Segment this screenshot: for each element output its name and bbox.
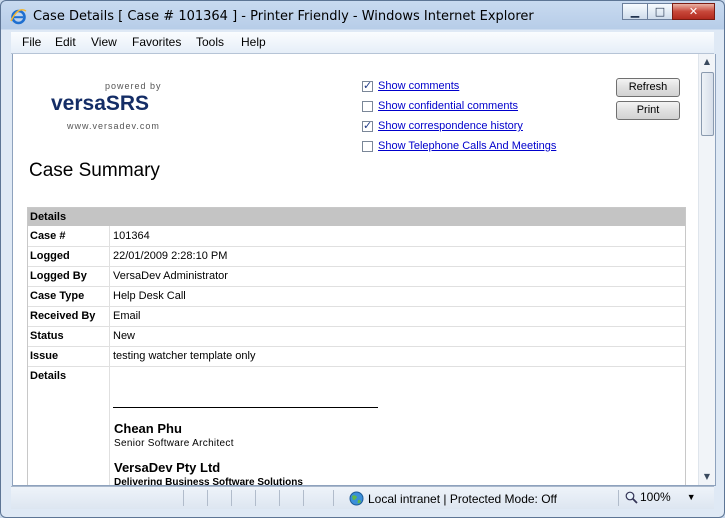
menu-edit[interactable]: Edit [55,35,76,49]
table-row: Logged 22/01/2009 2:28:10 PM [28,246,685,267]
table-row: Case # 101364 [28,226,685,247]
show-telephone-calls-checkbox[interactable] [362,140,373,152]
table-row: Case Type Help Desk Call [28,286,685,307]
window-title: Case Details [ Case # 101364 ] - Printer… [33,9,534,24]
menu-view[interactable]: View [91,35,117,49]
row-label: Logged [30,250,70,262]
security-zone[interactable]: Local intranet | Protected Mode: Off [349,491,557,506]
details-header: Details [28,208,685,226]
signature-company: VersaDev Pty Ltd [114,460,221,475]
row-value: VersaDev Administrator [113,270,228,282]
status-separator [618,490,619,506]
zoom-level: 100% [640,490,671,504]
row-label: Logged By [30,270,87,282]
show-confidential-comments-link[interactable]: Show confidential comments [378,100,518,112]
internet-explorer-icon [10,8,27,25]
status-separator [207,490,208,506]
status-separator [183,490,184,506]
status-separator [231,490,232,506]
signature-title: Senior Software Architect [114,438,234,449]
row-label: Received By [30,310,96,322]
row-label: Details [30,370,67,382]
menu-bar: File Edit View Favorites Tools Help [11,32,714,54]
show-comments-link[interactable]: Show comments [378,80,459,92]
signature-name: Chean Phu [114,421,182,436]
show-telephone-calls-link[interactable]: Show Telephone Calls And Meetings [378,140,556,152]
status-bar: Local intranet | Protected Mode: Off 100… [11,486,714,509]
minimize-button[interactable]: ▁ [622,3,648,20]
status-separator [333,490,334,506]
table-row: Logged By VersaDev Administrator [28,266,685,287]
row-label: Issue [30,350,59,362]
table-row: Issue testing watcher template only [28,346,685,367]
signature-tagline: Delivering Business Software Solutions [114,477,303,486]
show-comments-checkbox[interactable] [362,79,373,92]
option-show-confidential-comments: Show confidential comments [362,100,518,112]
status-separator [279,490,280,506]
zoom-control[interactable]: 100% ▼ [625,490,696,504]
table-row: Details [28,366,685,386]
option-show-correspondence-history: Show correspondence history [362,119,523,132]
row-value: Email [113,310,141,322]
status-separator [255,490,256,506]
menu-file[interactable]: File [22,35,41,49]
status-separator [303,490,304,506]
menu-tools[interactable]: Tools [196,35,224,49]
signature-divider [113,407,378,408]
zoom-dropdown-icon[interactable]: ▼ [687,492,696,502]
globe-icon [349,491,364,506]
show-correspondence-history-link[interactable]: Show correspondence history [378,120,523,132]
details-header-label: Details [30,211,67,223]
menu-help[interactable]: Help [241,35,266,49]
refresh-button[interactable]: Refresh [616,78,680,97]
scrollbar-thumb[interactable] [701,72,714,136]
row-value: 22/01/2009 2:28:10 PM [113,250,228,262]
close-button[interactable]: ✕ [672,3,715,20]
option-show-comments: Show comments [362,79,459,92]
vertical-scrollbar[interactable]: ▲ ▼ [698,54,715,485]
details-table: Details Case # 101364 Logged 22/01/2009 … [27,207,686,486]
show-confidential-comments-checkbox[interactable] [362,100,373,112]
logo-powered-by: powered by [105,81,162,91]
page-title: Case Summary [29,160,160,181]
row-label: Case Type [30,290,85,302]
table-row: Received By Email [28,306,685,327]
row-value: New [113,330,136,342]
row-label: Case # [30,230,66,242]
menu-favorites[interactable]: Favorites [132,35,181,49]
show-correspondence-history-checkbox[interactable] [362,119,373,132]
option-show-telephone-calls: Show Telephone Calls And Meetings [362,140,556,152]
page-viewport[interactable]: powered by versaSRS www.versadev.com Sho… [12,54,716,486]
scroll-down-arrow-icon[interactable]: ▼ [701,471,713,483]
table-row: Status New [28,326,685,347]
row-value: 101364 [113,230,150,242]
window-controls: ▁ □ ✕ [622,3,715,20]
print-button[interactable]: Print [616,101,680,120]
row-value: testing watcher template only [113,350,256,362]
maximize-button[interactable]: □ [647,3,673,20]
browser-window: Case Details [ Case # 101364 ] - Printer… [0,0,725,518]
title-bar[interactable]: Case Details [ Case # 101364 ] - Printer… [1,1,724,31]
magnifier-icon [625,491,638,504]
logo-name: versaSRS [51,92,150,115]
scroll-up-arrow-icon[interactable]: ▲ [701,56,713,68]
row-label: Status [30,330,64,342]
logo-url: www.versadev.com [67,121,160,131]
security-zone-label: Local intranet | Protected Mode: Off [368,491,557,506]
row-value: Help Desk Call [113,290,186,302]
